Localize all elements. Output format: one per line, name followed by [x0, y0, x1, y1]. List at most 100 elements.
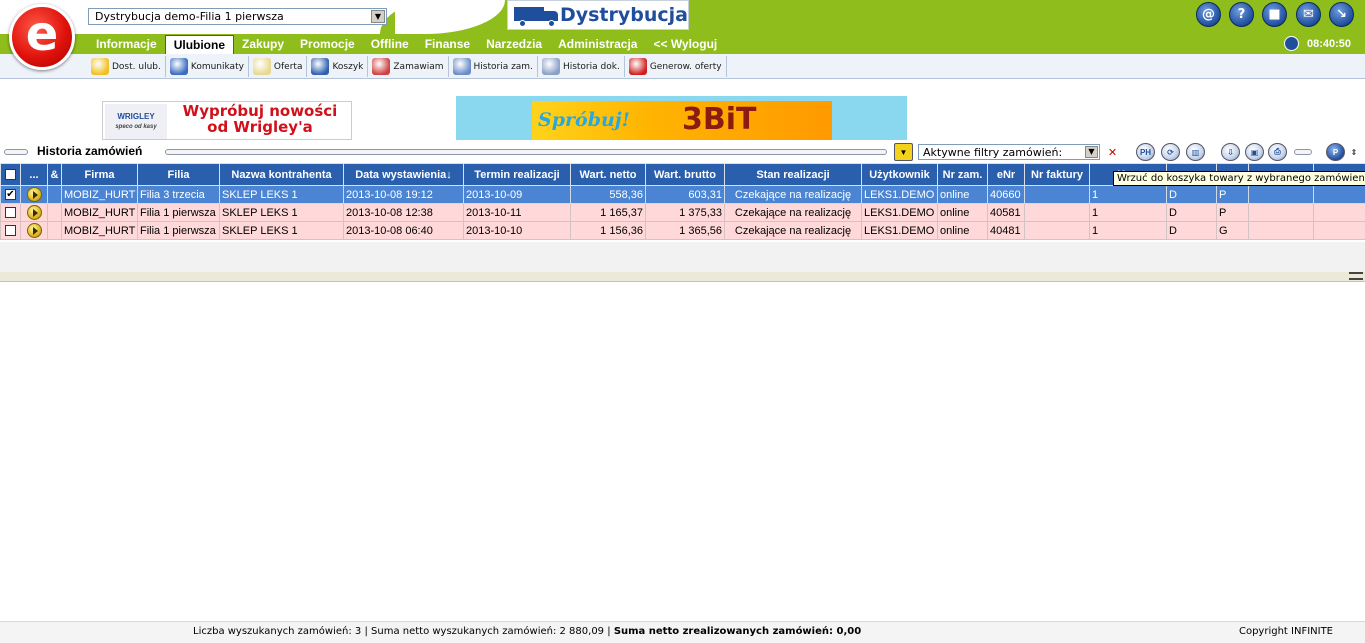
app-window: e Dystrybucja demo-Filia 1 pierwsza ▼ Dy… — [0, 0, 1365, 643]
grid-titlebar: Historia zamówień ▼ Aktywne filtry zamów… — [0, 141, 1365, 162]
cell-c3 — [1248, 221, 1314, 240]
toolbar-item-label: Dost. ulub. — [112, 61, 161, 72]
collapse-pill[interactable] — [4, 149, 28, 155]
save-icon[interactable]: ▣ — [1245, 143, 1264, 161]
toolbar-item-0[interactable]: Dost. ulub. — [87, 56, 166, 77]
table-row[interactable]: MOBIZ_HURT Filia 1 pierwsza SKLEP LEKS 1 20… — [0, 203, 1365, 222]
menu-item-3[interactable]: Promocje — [292, 35, 363, 54]
menu-item-1[interactable]: Ulubione — [164, 35, 235, 54]
row-checkbox-cell[interactable]: ✔ — [0, 185, 21, 204]
toolbar-item-2[interactable]: Oferta — [249, 56, 308, 77]
add-to-cart-play-icon[interactable] — [26, 223, 42, 238]
cell-uzytkownik: LEKS1.DEMO — [861, 185, 938, 204]
clock-time: 08:40:50 — [1306, 37, 1351, 50]
add-to-cart-play-icon[interactable] — [26, 205, 42, 220]
ph-icon[interactable]: PH — [1136, 143, 1155, 161]
wrigley-banner[interactable]: WRIGLEY speco od kasy Wypróbuj nowości o… — [2, 96, 452, 140]
at-icon[interactable]: @ — [1196, 2, 1221, 27]
row-checkbox-cell[interactable] — [0, 203, 21, 222]
wrigley-brand-sub: speco od kasy — [115, 124, 157, 130]
menu-item-4[interactable]: Offline — [363, 35, 417, 54]
clock: 08:40:50 — [1283, 36, 1351, 51]
column-header-14[interactable]: Nr faktury — [1024, 163, 1090, 186]
row-checkbox[interactable] — [5, 207, 16, 219]
row-amp-cell — [47, 185, 62, 204]
export-icon[interactable]: ⇩ — [1221, 143, 1240, 161]
document-stack-icon — [541, 58, 560, 75]
table-row[interactable]: MOBIZ_HURT Filia 1 pierwsza SKLEP LEKS 1 20… — [0, 221, 1365, 240]
menu-item-6[interactable]: Narzedzia — [478, 35, 550, 54]
column-header-10[interactable]: Stan realizacji — [724, 163, 862, 186]
toolbar-item-3[interactable]: Koszyk — [307, 56, 369, 77]
row-action-cell[interactable] — [20, 221, 48, 240]
column-header-8[interactable]: Wart. netto — [570, 163, 646, 186]
filter-icon[interactable]: ▼ — [894, 143, 913, 161]
cart-icon — [311, 58, 330, 75]
splitter-handle-icon[interactable] — [1349, 272, 1363, 280]
menu-item-8[interactable]: << Wyloguj — [645, 35, 725, 54]
column-header-3[interactable]: Firma — [61, 163, 138, 186]
menu-item-0[interactable]: Informacje — [88, 35, 165, 54]
3bit-banner[interactable]: Spróbuj! 3BiT — [456, 96, 907, 140]
refresh-icon[interactable]: ⟳ — [1161, 143, 1180, 161]
cell-termin: 2013-10-11 — [463, 203, 571, 222]
select-all-checkbox[interactable] — [5, 169, 16, 181]
favorites-toolbar: Dost. ulub. Komunikaty Oferta Koszyk Zamawia… — [0, 54, 1365, 79]
column-header-12[interactable]: Nr zam. — [937, 163, 988, 186]
menu-item-5[interactable]: Finanse — [417, 35, 478, 54]
row-checkbox[interactable]: ✔ — [5, 189, 16, 201]
cell-filia: Filia 3 trzecia — [137, 185, 220, 204]
help-icon[interactable]: ? — [1229, 2, 1254, 27]
e-logo[interactable]: e — [9, 4, 75, 70]
column-header-11[interactable]: Użytkownik — [861, 163, 938, 186]
row-checkbox-cell[interactable] — [0, 221, 21, 240]
table-row[interactable]: ✔ MOBIZ_HURT Filia 3 trzecia SKLEP LEKS 1 20… — [0, 185, 1365, 204]
menu-item-7[interactable]: Administracja — [550, 35, 645, 54]
toolbar-item-7[interactable]: Generow. oferty — [625, 56, 727, 77]
cell-filia: Filia 1 pierwsza — [137, 203, 220, 222]
cell-koo: 1 — [1089, 185, 1167, 204]
cell-enr: 40660 — [987, 185, 1025, 204]
cell-c2: P — [1216, 185, 1249, 204]
column-header-0[interactable] — [0, 163, 21, 186]
chevron-down-icon[interactable]: ▼ — [371, 10, 385, 23]
cell-kontrahent: SKLEP LEKS 1 — [219, 185, 344, 204]
row-action-cell[interactable] — [20, 185, 48, 204]
wrigley-banner-ad[interactable]: WRIGLEY speco od kasy Wypróbuj nowości o… — [102, 101, 352, 140]
column-header-5[interactable]: Nazwa kontrahenta — [219, 163, 344, 186]
status-summary: Liczba wyszukanych zamówień: 3 | Suma ne… — [193, 626, 861, 637]
column-header-9[interactable]: Wart. brutto — [645, 163, 725, 186]
chevron-down-icon[interactable]: ▼ — [1085, 146, 1098, 158]
toolbar-item-4[interactable]: Zamawiam — [368, 56, 449, 77]
column-header-2[interactable]: & — [47, 163, 62, 186]
clear-filter-icon[interactable]: ✕ — [1103, 143, 1122, 161]
splitter-bar[interactable] — [0, 272, 1365, 282]
column-header-7[interactable]: Termin realizacji — [463, 163, 571, 186]
toolbar-item-1[interactable]: Komunikaty — [166, 56, 249, 77]
columns-icon[interactable]: ▥ — [1186, 143, 1205, 161]
p-icon[interactable]: P — [1326, 143, 1345, 161]
row-checkbox[interactable] — [5, 225, 16, 237]
branch-select[interactable]: Dystrybucja demo-Filia 1 pierwsza ▼ — [88, 8, 387, 25]
3bit-banner-ad[interactable]: Spróbuj! 3BiT — [532, 101, 832, 140]
star-face-icon — [91, 58, 109, 75]
column-header-13[interactable]: eNr — [987, 163, 1025, 186]
column-header-1[interactable]: ... — [20, 163, 48, 186]
toolbar-item-label: Koszyk — [332, 61, 364, 72]
filter-select[interactable]: Aktywne filtry zamówień: ▼ — [918, 144, 1100, 160]
document-icon[interactable]: ■ — [1262, 2, 1287, 27]
add-to-cart-play-icon[interactable] — [26, 187, 42, 202]
column-header-6[interactable]: Data wystawienia↓ — [343, 163, 464, 186]
row-amp-cell — [47, 221, 62, 240]
print-icon[interactable]: ⎙ — [1268, 143, 1287, 161]
toolbar-item-5[interactable]: Historia zam. — [449, 56, 538, 77]
row-action-cell[interactable] — [20, 203, 48, 222]
exit-arrow-icon[interactable]: ↘ — [1329, 2, 1354, 27]
column-header-4[interactable]: Filia — [137, 163, 220, 186]
toolbar-item-6[interactable]: Historia dok. — [538, 56, 625, 77]
mail-icon[interactable]: ✉ — [1296, 2, 1321, 27]
sort-arrows-icon[interactable]: ⇕ — [1348, 143, 1360, 161]
grid-empty-area — [0, 242, 1365, 272]
menu-item-2[interactable]: Zakupy — [234, 35, 292, 54]
cell-data: 2013-10-08 06:40 — [343, 221, 464, 240]
